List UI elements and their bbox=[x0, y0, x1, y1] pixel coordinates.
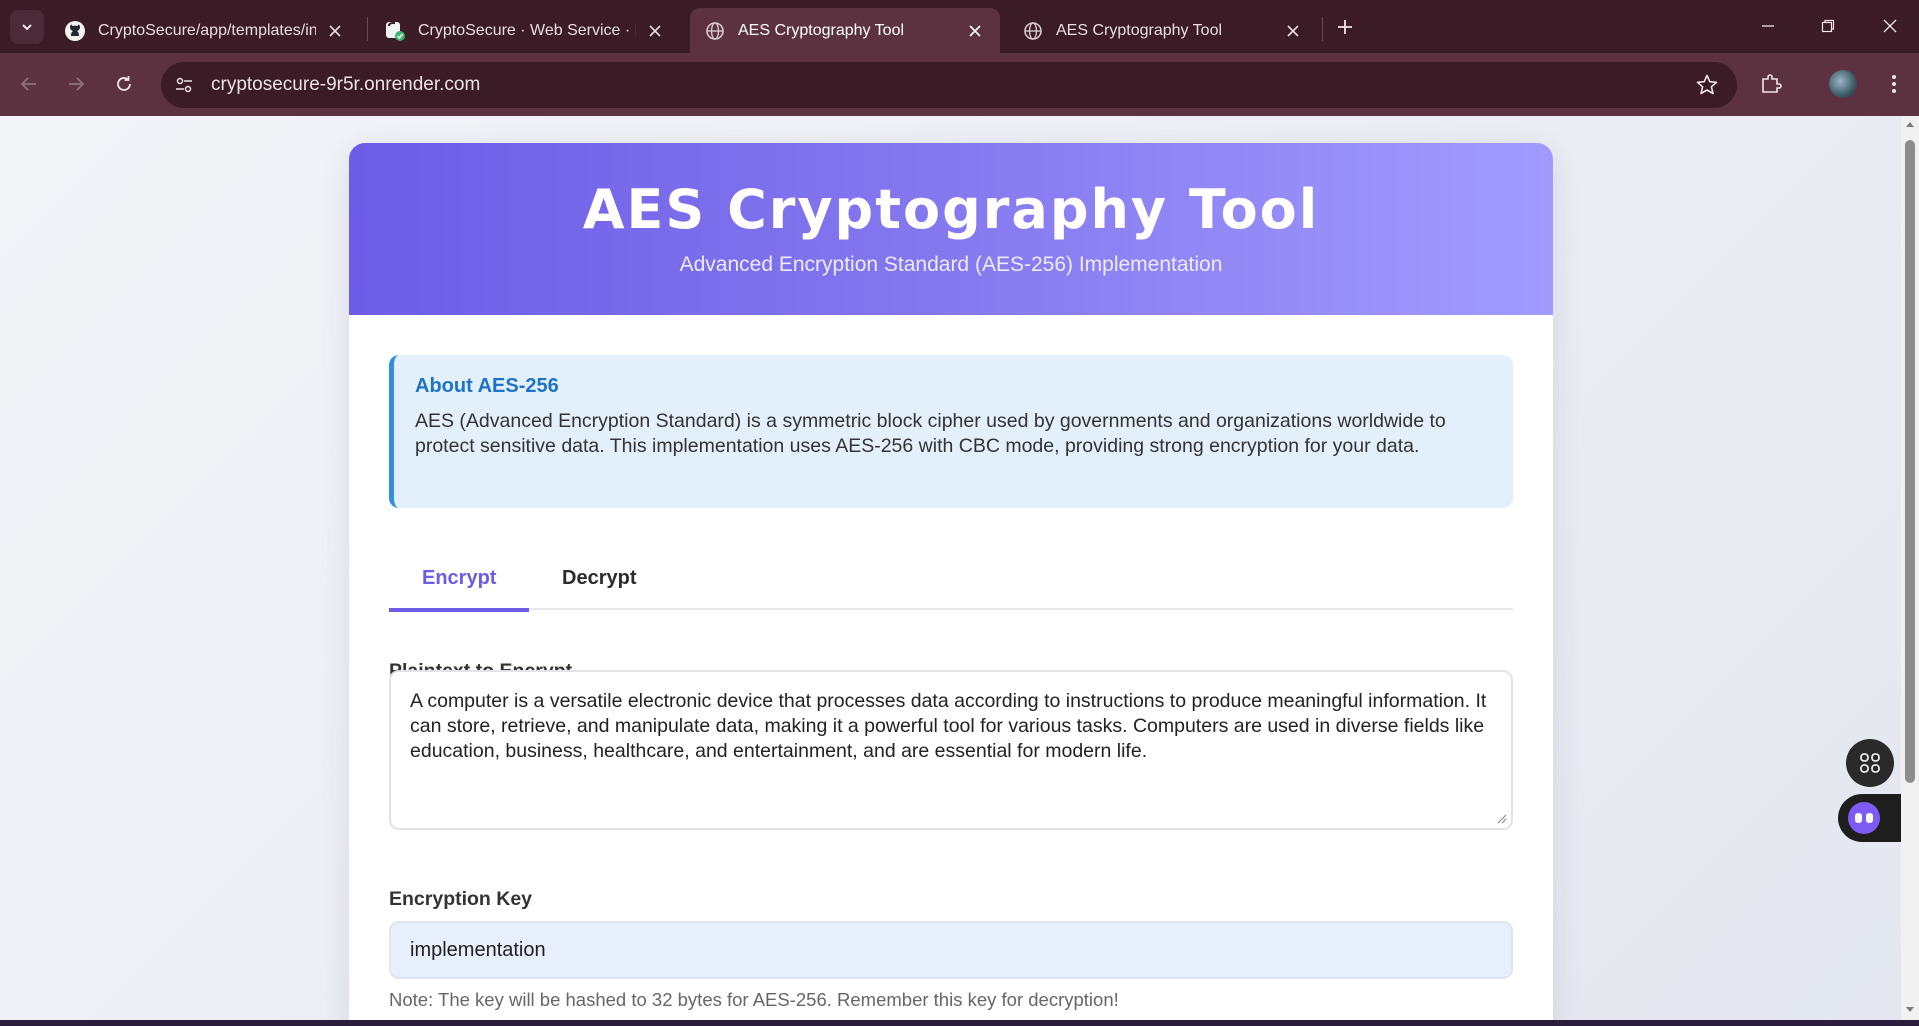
page-subtitle: Advanced Encryption Standard (AES-256) I… bbox=[679, 253, 1223, 276]
arrow-left-icon bbox=[20, 77, 36, 91]
github-icon bbox=[64, 20, 86, 42]
profile-button[interactable] bbox=[1826, 67, 1860, 101]
minimize-button[interactable] bbox=[1740, 8, 1796, 44]
tab-strip: CryptoSecure/app/templates/inde CryptoSe… bbox=[0, 0, 1919, 53]
page-header: AES Cryptography Tool Advanced Encryptio… bbox=[349, 143, 1553, 315]
render-icon bbox=[384, 20, 406, 42]
restore-button[interactable] bbox=[1800, 8, 1856, 44]
close-icon[interactable] bbox=[324, 20, 346, 42]
close-icon[interactable] bbox=[644, 20, 666, 42]
key-note: Note: The key will be hashed to 32 bytes… bbox=[389, 989, 1119, 1010]
page-scrollbar[interactable] bbox=[1901, 116, 1919, 1020]
reload-button[interactable] bbox=[107, 67, 141, 101]
taskbar-edge bbox=[0, 1020, 1919, 1026]
mode-tabs: Encrypt Decrypt bbox=[389, 555, 1513, 612]
bookmark-star-icon[interactable] bbox=[1695, 73, 1719, 102]
puzzle-icon bbox=[1762, 74, 1782, 93]
browser-toolbar: cryptosecure-9r5r.onrender.com bbox=[0, 53, 1919, 116]
tab-title: CryptoSecure/app/templates/inde bbox=[98, 21, 316, 39]
key-label: Encryption Key bbox=[389, 888, 533, 910]
encryption-key-input[interactable]: implementation bbox=[389, 921, 1513, 979]
tab-aes-active[interactable]: AES Cryptography Tool bbox=[690, 8, 1000, 53]
scroll-down-icon[interactable] bbox=[1905, 1004, 1915, 1014]
scroll-up-icon[interactable] bbox=[1905, 120, 1915, 130]
apps-widget-button[interactable] bbox=[1846, 739, 1894, 787]
bot-face-icon bbox=[1848, 802, 1880, 834]
reload-icon bbox=[117, 76, 131, 91]
extensions-button[interactable] bbox=[1754, 67, 1788, 101]
globe-icon bbox=[704, 20, 726, 42]
close-icon[interactable] bbox=[964, 20, 986, 42]
tab-title: AES Cryptography Tool bbox=[1056, 21, 1223, 39]
about-text: AES (Advanced Encryption Standard) is a … bbox=[415, 410, 1446, 457]
tab-github[interactable]: CryptoSecure/app/templates/inde bbox=[50, 8, 360, 53]
close-window-button[interactable] bbox=[1862, 8, 1918, 44]
forward-button[interactable] bbox=[59, 67, 93, 101]
address-bar[interactable]: cryptosecure-9r5r.onrender.com bbox=[161, 62, 1737, 108]
tab-divider bbox=[1322, 17, 1323, 41]
back-button[interactable] bbox=[12, 67, 46, 101]
new-tab-button[interactable] bbox=[1330, 12, 1360, 42]
tab-encrypt[interactable]: Encrypt bbox=[389, 555, 530, 612]
restore-icon bbox=[1821, 19, 1835, 33]
page-title: AES Cryptography Tool bbox=[582, 178, 1320, 241]
close-icon bbox=[1883, 19, 1897, 33]
url-text: cryptosecure-9r5r.onrender.com bbox=[211, 74, 481, 95]
more-vertical-icon bbox=[1892, 75, 1896, 93]
tab-aes[interactable]: AES Cryptography Tool bbox=[1008, 8, 1318, 53]
main-card: AES Cryptography Tool Advanced Encryptio… bbox=[349, 143, 1553, 1020]
tab-render[interactable]: CryptoSecure · Web Service · Ren bbox=[370, 8, 680, 53]
globe-icon bbox=[1022, 20, 1044, 42]
resize-handle-icon[interactable] bbox=[1497, 814, 1507, 824]
plaintext-value: A computer is a versatile electronic dev… bbox=[410, 690, 1487, 762]
plaintext-textarea[interactable]: A computer is a versatile electronic dev… bbox=[389, 670, 1513, 830]
assistant-widget-button[interactable] bbox=[1838, 794, 1901, 842]
close-icon[interactable] bbox=[1282, 20, 1304, 42]
grid-icon bbox=[1860, 753, 1880, 773]
scrollbar-thumb[interactable] bbox=[1905, 140, 1915, 783]
site-info-icon[interactable] bbox=[161, 62, 207, 108]
tab-title: CryptoSecure · Web Service · Ren bbox=[418, 21, 636, 39]
arrow-right-icon bbox=[69, 77, 85, 91]
tab-decrypt[interactable]: Decrypt bbox=[529, 555, 669, 610]
avatar bbox=[1829, 70, 1857, 98]
tab-divider bbox=[367, 17, 368, 41]
minimize-icon bbox=[1762, 25, 1774, 27]
tab-title: AES Cryptography Tool bbox=[738, 21, 905, 39]
chevron-down-icon bbox=[22, 24, 32, 31]
browser-menu-button[interactable] bbox=[1877, 67, 1911, 101]
about-heading: About AES-256 bbox=[415, 375, 559, 397]
about-info-box: About AES-256 AES (Advanced Encryption S… bbox=[389, 355, 1513, 508]
page-viewport: AES Cryptography Tool Advanced Encryptio… bbox=[0, 116, 1901, 1020]
tab-search-button[interactable] bbox=[10, 10, 44, 44]
plus-icon bbox=[1338, 20, 1352, 34]
